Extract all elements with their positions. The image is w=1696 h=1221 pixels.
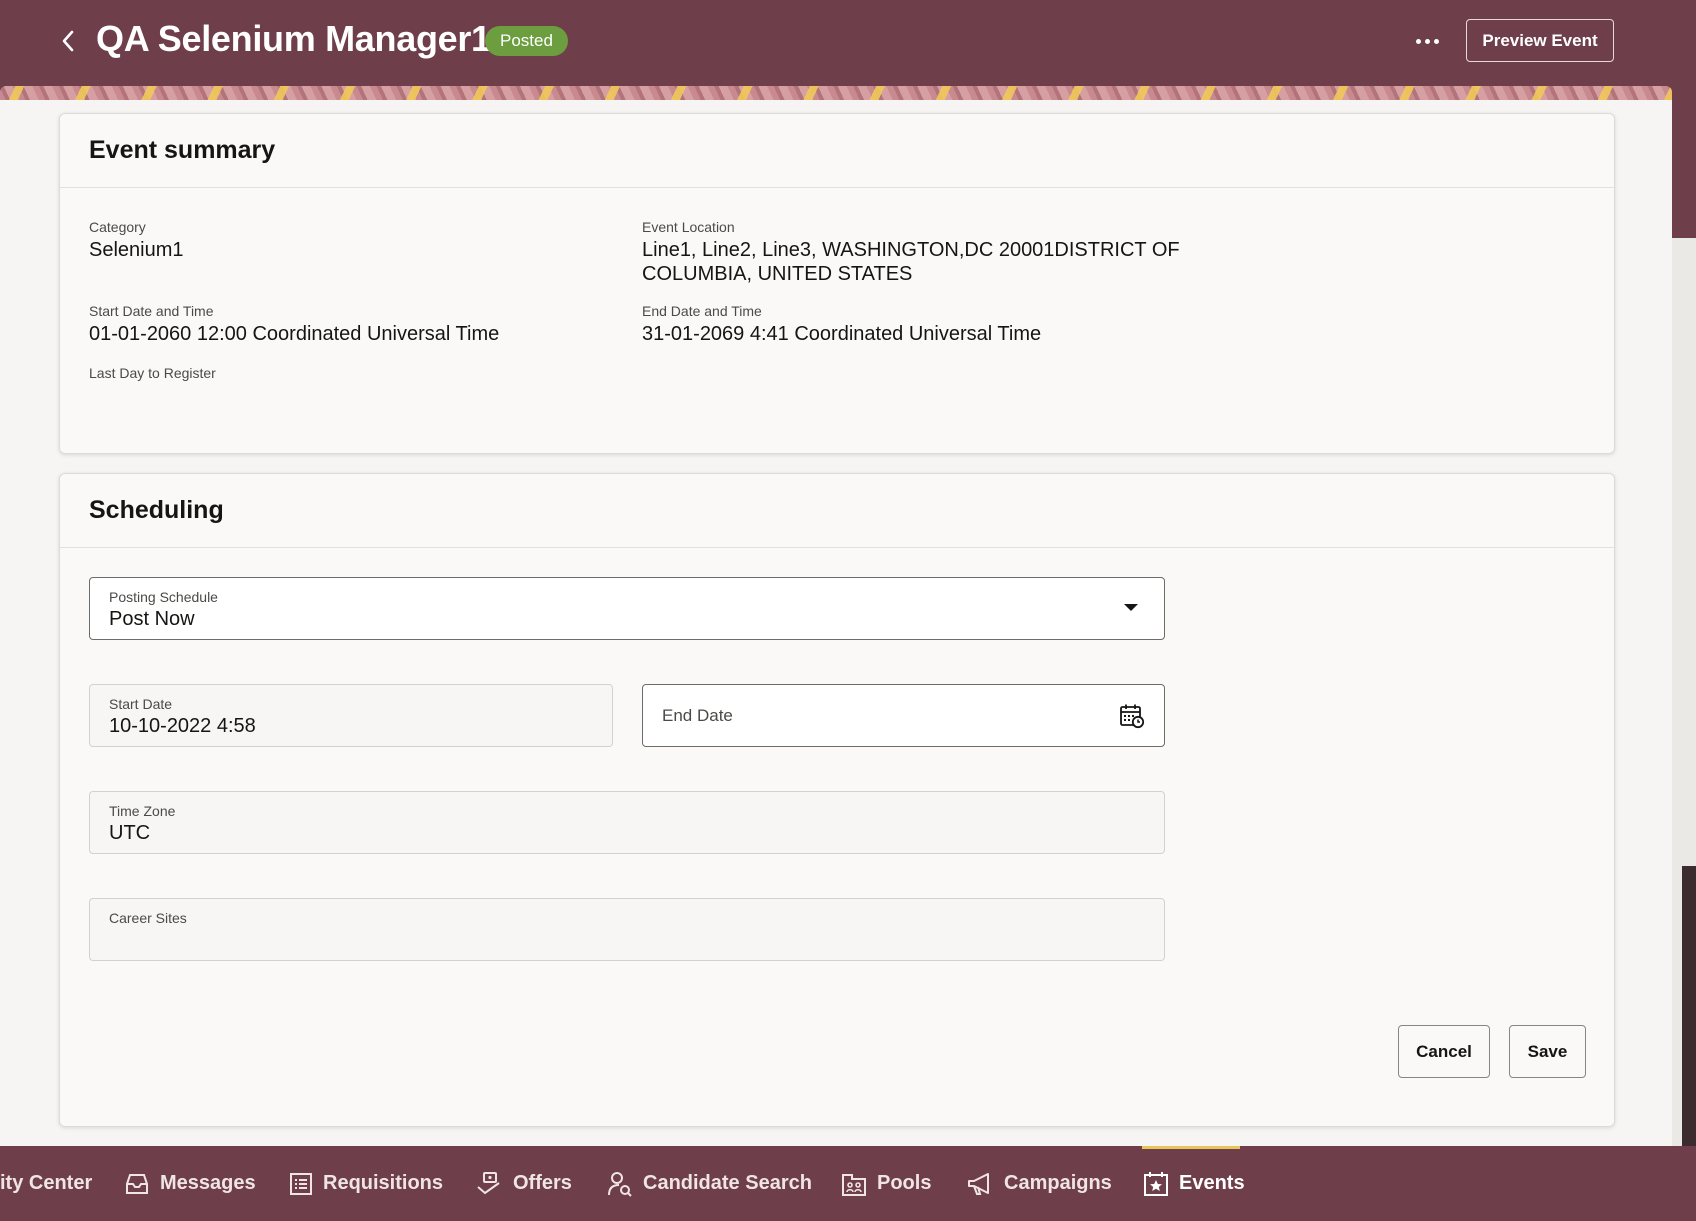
end-date-input[interactable]: End Date: [642, 684, 1165, 747]
pools-icon: [842, 1173, 866, 1196]
scheduling-card: Scheduling Posting Schedule Post Now Sta…: [59, 473, 1615, 1127]
more-actions-button[interactable]: [1402, 22, 1452, 60]
last-day-register-label: Last Day to Register: [89, 365, 216, 381]
time-zone-value: UTC: [109, 822, 151, 844]
event-location-line2: COLUMBIA, UNITED STATES: [642, 263, 913, 285]
section-title-event-summary: Event summary: [89, 136, 276, 164]
list-icon: [290, 1172, 312, 1195]
main-content: Event summary Category Selenium1 Event L…: [0, 100, 1672, 1146]
nav-item-requisitions[interactable]: Requisitions: [289, 1146, 443, 1221]
nav-label: Candidate Search: [643, 1172, 812, 1194]
calendar-star-icon: [1144, 1171, 1168, 1196]
save-button[interactable]: Save: [1509, 1025, 1586, 1078]
page-header: QA Selenium Manager1 Posted Preview Even…: [0, 0, 1696, 88]
bottom-navigation: ity Center Messages Requisitions Offers …: [0, 1146, 1696, 1221]
caret-down-icon: [1124, 604, 1138, 611]
offers-icon: [477, 1171, 500, 1194]
end-datetime-value: 31-01-2069 4:41 Coordinated Universal Ti…: [642, 323, 1042, 345]
nav-label: Offers: [513, 1172, 572, 1194]
nav-label: ity Center: [0, 1172, 93, 1194]
chevron-left-icon: [62, 30, 74, 52]
end-date-label: End Date: [662, 706, 733, 725]
nav-item-candidate-search[interactable]: Candidate Search: [607, 1146, 812, 1221]
start-datetime-label: Start Date and Time: [89, 303, 214, 319]
back-button[interactable]: [52, 24, 84, 58]
event-location-label: Event Location: [642, 219, 735, 235]
nav-item-offers[interactable]: Offers: [475, 1146, 572, 1221]
event-location-line1: Line1, Line2, Line3, WASHINGTON,DC 20001…: [642, 239, 1180, 261]
category-value: Selenium1: [89, 239, 184, 261]
nav-label: Requisitions: [323, 1172, 444, 1194]
start-date-label: Start Date: [109, 696, 173, 712]
nav-item-events[interactable]: Events: [1143, 1146, 1245, 1221]
cancel-button[interactable]: Cancel: [1398, 1025, 1490, 1078]
preview-event-button[interactable]: Preview Event: [1466, 19, 1614, 62]
start-datetime-value: 01-01-2060 12:00 Coordinated Universal T…: [89, 323, 500, 345]
nav-label: Messages: [160, 1172, 256, 1194]
nav-item-pools[interactable]: Pools: [841, 1146, 931, 1221]
posting-schedule-label: Posting Schedule: [109, 589, 218, 605]
divider: [60, 547, 1614, 548]
time-zone-label: Time Zone: [109, 803, 176, 819]
start-date-field: Start Date 10-10-2022 4:58: [89, 684, 613, 747]
divider: [60, 187, 1614, 188]
scrollbar-thumb[interactable]: [1682, 866, 1696, 1146]
nav-item-activity-center[interactable]: ity Center: [0, 1146, 92, 1221]
megaphone-icon: [968, 1172, 989, 1195]
nav-item-messages[interactable]: Messages: [124, 1146, 256, 1221]
start-date-value: 10-10-2022 4:58: [109, 715, 256, 737]
section-title-scheduling: Scheduling: [89, 496, 224, 524]
person-search-icon: [608, 1171, 632, 1197]
nav-label: Campaigns: [1004, 1172, 1112, 1194]
status-badge: Posted: [485, 26, 568, 56]
time-zone-field: Time Zone UTC: [89, 791, 1165, 854]
calendar-clock-icon[interactable]: [1119, 703, 1145, 729]
inbox-icon: [126, 1173, 148, 1194]
nav-label: Pools: [877, 1172, 932, 1194]
category-label: Category: [89, 219, 146, 235]
career-sites-field: Career Sites: [89, 898, 1165, 961]
page-title: QA Selenium Manager1: [96, 18, 491, 59]
nav-item-campaigns[interactable]: Campaigns: [966, 1146, 1112, 1221]
ellipsis-icon: [1415, 38, 1421, 44]
posting-schedule-value: Post Now: [109, 608, 195, 630]
career-sites-label: Career Sites: [109, 910, 187, 926]
end-datetime-label: End Date and Time: [642, 303, 762, 319]
decorative-edge: [1672, 88, 1696, 238]
event-summary-card: Event summary Category Selenium1 Event L…: [59, 113, 1615, 454]
nav-label: Events: [1179, 1172, 1245, 1194]
posting-schedule-select[interactable]: Posting Schedule Post Now: [89, 577, 1165, 640]
